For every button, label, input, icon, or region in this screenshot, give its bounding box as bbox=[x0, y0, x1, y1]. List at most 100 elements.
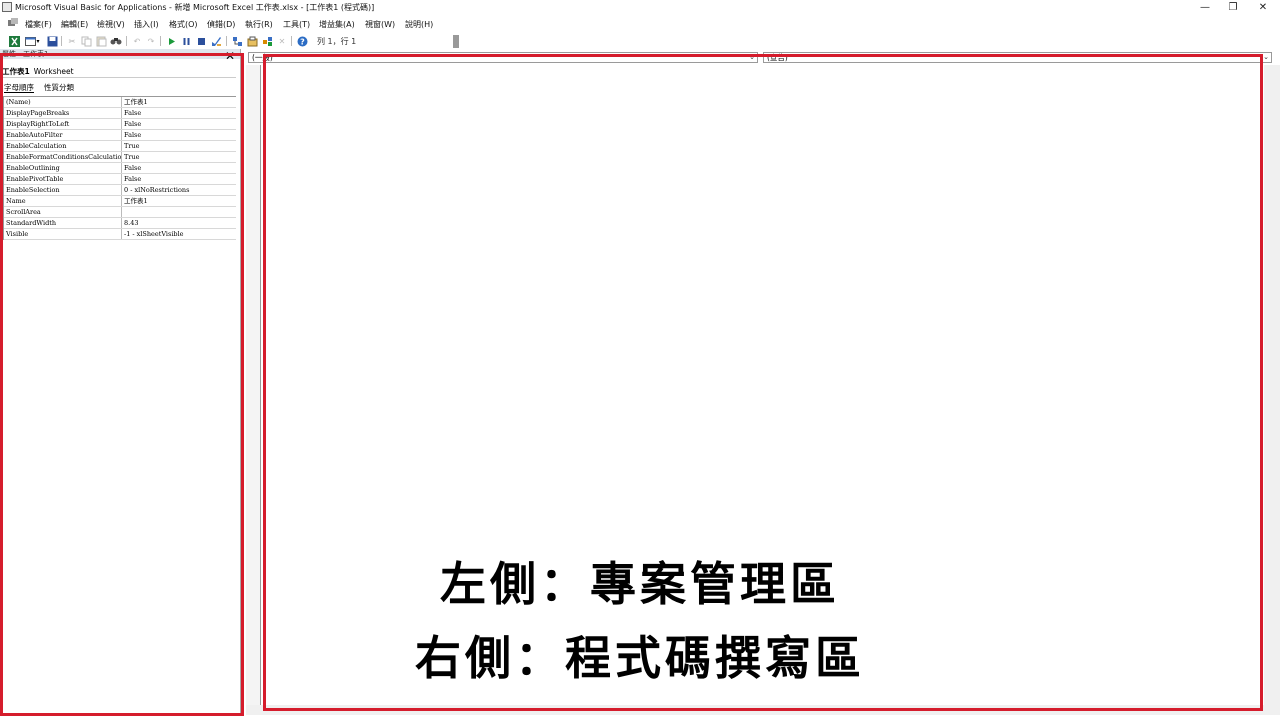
menu-help[interactable]: 說明(H) bbox=[405, 19, 433, 30]
paste-icon[interactable] bbox=[95, 35, 107, 47]
excel-icon[interactable] bbox=[8, 35, 20, 47]
svg-text:?: ? bbox=[300, 37, 305, 46]
toolbox-icon[interactable]: ✕ bbox=[276, 35, 288, 47]
vba-app-icon bbox=[2, 2, 12, 12]
chevron-down-icon[interactable]: ▾ bbox=[35, 35, 41, 47]
property-value[interactable]: False bbox=[122, 174, 236, 184]
property-value[interactable]: True bbox=[122, 141, 236, 151]
menu-bar: 檔案(F) 編輯(E) 檢視(V) 插入(I) 格式(O) 偵錯(D) 執行(R… bbox=[0, 15, 1280, 33]
property-value[interactable]: 工作表1 bbox=[122, 97, 236, 107]
property-row[interactable]: EnableSelection 0 - xlNoRestrictions bbox=[4, 185, 236, 196]
property-row[interactable]: StandardWidth 8.43 bbox=[4, 218, 236, 229]
property-value[interactable]: 8.43 bbox=[122, 218, 236, 228]
property-value[interactable]: True bbox=[122, 152, 236, 162]
title-bar: Microsoft Visual Basic for Applications … bbox=[0, 0, 1280, 15]
vertical-scrollbar[interactable] bbox=[1264, 65, 1280, 715]
properties-icon[interactable] bbox=[246, 35, 258, 47]
properties-caption: 屬性 - 工作表1 bbox=[0, 49, 240, 59]
property-name: EnableCalculation bbox=[4, 141, 122, 151]
break-icon[interactable] bbox=[180, 35, 192, 47]
property-value[interactable]: -1 - xlSheetVisible bbox=[122, 229, 236, 239]
property-name: StandardWidth bbox=[4, 218, 122, 228]
property-name: DisplayRightToLeft bbox=[4, 119, 122, 129]
procedure-combo-value: (宣告) bbox=[767, 53, 788, 62]
property-row[interactable]: Name 工作表1 bbox=[4, 196, 236, 207]
object-browser-icon[interactable] bbox=[261, 35, 273, 47]
close-window-button[interactable]: ✕ bbox=[1248, 0, 1278, 15]
tab-categorized[interactable]: 性質分類 bbox=[44, 82, 74, 93]
redo-icon[interactable]: ↷ bbox=[145, 35, 157, 47]
design-mode-icon[interactable] bbox=[210, 35, 222, 47]
caption-line-1: 左側：專案管理區 bbox=[439, 556, 840, 612]
property-row[interactable]: DisplayPageBreaks False bbox=[4, 108, 236, 119]
property-name: EnableOutlining bbox=[4, 163, 122, 173]
properties-window: 屬性 - 工作表1 ✕ 工作表1 Worksheet 字母順序 性質分類 (Nam… bbox=[0, 49, 241, 715]
property-row[interactable]: EnableFormatConditionsCalculation True bbox=[4, 152, 236, 163]
property-row[interactable]: Visible -1 - xlSheetVisible bbox=[4, 229, 236, 240]
property-row[interactable]: ScrollArea bbox=[4, 207, 236, 218]
restore-button[interactable]: ❐ bbox=[1218, 0, 1248, 15]
project-explorer-icon[interactable] bbox=[231, 35, 243, 47]
property-name: DisplayPageBreaks bbox=[4, 108, 122, 118]
close-icon[interactable]: ✕ bbox=[224, 50, 236, 62]
menu-insert[interactable]: 插入(I) bbox=[134, 19, 159, 30]
property-value[interactable]: False bbox=[122, 163, 236, 173]
cursor-position: 列 1，行 1 bbox=[317, 37, 357, 46]
property-name: Name bbox=[4, 196, 122, 206]
run-icon[interactable] bbox=[165, 35, 177, 47]
property-value[interactable]: False bbox=[122, 119, 236, 129]
menu-edit[interactable]: 編輯(E) bbox=[61, 19, 88, 30]
reset-icon[interactable] bbox=[195, 35, 207, 47]
object-combo-value: (一般) bbox=[252, 53, 273, 62]
property-row[interactable]: EnableCalculation True bbox=[4, 141, 236, 152]
undo-icon[interactable]: ↶ bbox=[131, 35, 143, 47]
property-name: ScrollArea bbox=[4, 207, 122, 217]
window-title: Microsoft Visual Basic for Applications … bbox=[15, 3, 375, 12]
copy-icon[interactable] bbox=[80, 35, 92, 47]
help-icon[interactable]: ? bbox=[296, 35, 308, 47]
menu-debug[interactable]: 偵錯(D) bbox=[207, 19, 235, 30]
menu-tools[interactable]: 工具(T) bbox=[283, 19, 310, 30]
minimize-button[interactable]: — bbox=[1190, 0, 1220, 15]
property-row[interactable]: (Name) 工作表1 bbox=[4, 97, 236, 108]
property-name: EnableAutoFilter bbox=[4, 130, 122, 140]
property-row[interactable]: EnableOutlining False bbox=[4, 163, 236, 174]
menu-view[interactable]: 檢視(V) bbox=[97, 19, 125, 30]
property-value[interactable]: 0 - xlNoRestrictions bbox=[122, 185, 236, 195]
menu-window[interactable]: 視窗(W) bbox=[365, 19, 395, 30]
menu-format[interactable]: 格式(O) bbox=[169, 19, 198, 30]
property-name: (Name) bbox=[4, 97, 122, 107]
standard-toolbar: ▾ ✂ ↶ ↷ ✕ ? bbox=[0, 33, 1280, 49]
find-icon[interactable] bbox=[110, 35, 122, 47]
procedure-combo[interactable]: (宣告) ⌄ bbox=[763, 52, 1272, 63]
property-name: EnableFormatConditionsCalculation bbox=[6, 152, 122, 162]
caption-line-2: 右側：程式碼撰寫區 bbox=[414, 630, 865, 686]
menu-file[interactable]: 檔案(F) bbox=[25, 19, 52, 30]
property-value[interactable]: 工作表1 bbox=[122, 196, 236, 206]
properties-grid: (Name) 工作表1 DisplayPageBreaks False Displa… bbox=[3, 96, 236, 240]
property-value[interactable]: False bbox=[122, 108, 236, 118]
object-name: 工作表1 bbox=[2, 67, 30, 76]
property-row[interactable]: EnablePivotTable False bbox=[4, 174, 236, 185]
property-name: EnableSelection bbox=[4, 185, 122, 195]
tab-alphabetic[interactable]: 字母順序 bbox=[4, 82, 34, 93]
menu-run[interactable]: 執行(R) bbox=[245, 19, 273, 30]
object-type: Worksheet bbox=[33, 67, 74, 76]
property-value[interactable] bbox=[122, 207, 236, 217]
object-selector[interactable]: 工作表1 Worksheet bbox=[2, 67, 236, 78]
object-combo[interactable]: (一般) ⌄ bbox=[248, 52, 758, 63]
property-row[interactable]: DisplayRightToLeft False bbox=[4, 119, 236, 130]
toolbar-grip[interactable] bbox=[453, 35, 459, 48]
cut-icon[interactable]: ✂ bbox=[66, 35, 78, 47]
property-name: Visible bbox=[4, 229, 122, 239]
property-value[interactable]: False bbox=[122, 130, 236, 140]
code-window[interactable]: (一般) ⌄ (宣告) ⌄ bbox=[246, 49, 1280, 715]
chevron-down-icon[interactable]: ⌄ bbox=[749, 53, 755, 62]
chevron-down-icon[interactable]: ⌄ bbox=[1263, 53, 1269, 62]
property-row[interactable]: EnableAutoFilter False bbox=[4, 130, 236, 141]
menu-addins[interactable]: 增益集(A) bbox=[319, 19, 355, 30]
horizontal-scrollbar[interactable] bbox=[246, 705, 1280, 715]
properties-tabs: 字母順序 性質分類 bbox=[4, 82, 74, 93]
save-icon[interactable] bbox=[46, 35, 58, 47]
vba-menu-icon[interactable] bbox=[8, 18, 18, 28]
